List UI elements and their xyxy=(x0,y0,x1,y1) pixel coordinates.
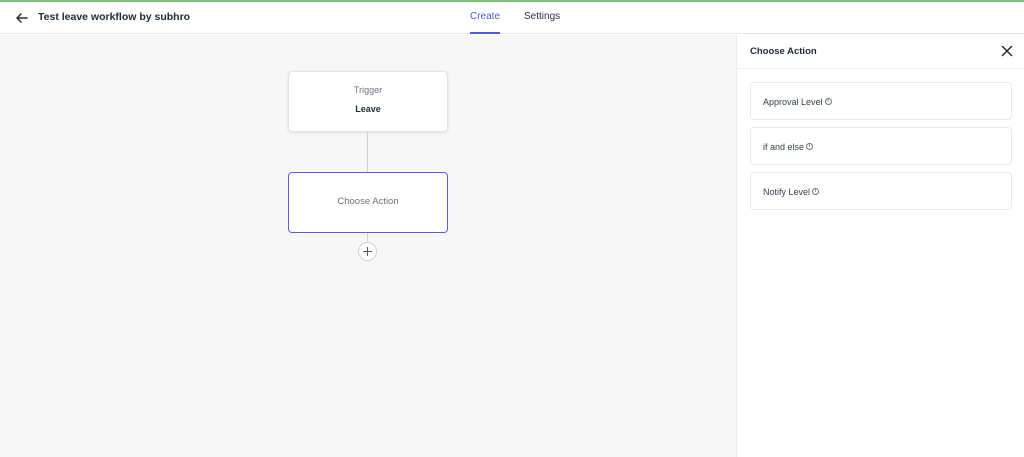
trigger-value: Leave xyxy=(355,104,381,114)
tab-create[interactable]: Create xyxy=(470,2,501,34)
option-notify-level[interactable]: Notify Level i xyxy=(750,172,1012,210)
option-label: Notify Level i xyxy=(763,187,820,198)
info-icon: i xyxy=(806,143,814,150)
choose-action-node[interactable]: Choose Action xyxy=(288,172,448,233)
tab-settings[interactable]: Settings xyxy=(524,2,560,34)
close-icon[interactable] xyxy=(1001,45,1013,57)
info-icon: i xyxy=(824,98,832,105)
option-label: Approval Level i xyxy=(763,97,832,108)
option-label: if and else i xyxy=(763,142,814,153)
add-step-button[interactable] xyxy=(358,242,377,261)
panel-header: Choose Action xyxy=(737,35,1024,69)
choose-action-panel: Choose Action Approval Level i if and els… xyxy=(736,35,1024,457)
option-approval-level[interactable]: Approval Level i xyxy=(750,82,1012,120)
app-header: Test leave workflow by subhro Create Set… xyxy=(0,2,1024,34)
trigger-label: Trigger xyxy=(353,85,383,95)
action-label: Choose Action xyxy=(337,196,399,207)
info-icon: i xyxy=(812,188,820,195)
option-if-and-else[interactable]: if and else i xyxy=(750,127,1012,165)
back-arrow-icon[interactable] xyxy=(14,10,30,26)
tab-bar: Create Settings xyxy=(470,2,560,34)
workflow-canvas: Trigger Leave Choose Action xyxy=(0,35,736,457)
page-title: Test leave workflow by subhro xyxy=(38,11,191,23)
node-connector xyxy=(367,132,368,172)
panel-title: Choose Action xyxy=(750,46,817,57)
trigger-node[interactable]: Trigger Leave xyxy=(288,71,448,132)
add-connector xyxy=(367,233,368,241)
